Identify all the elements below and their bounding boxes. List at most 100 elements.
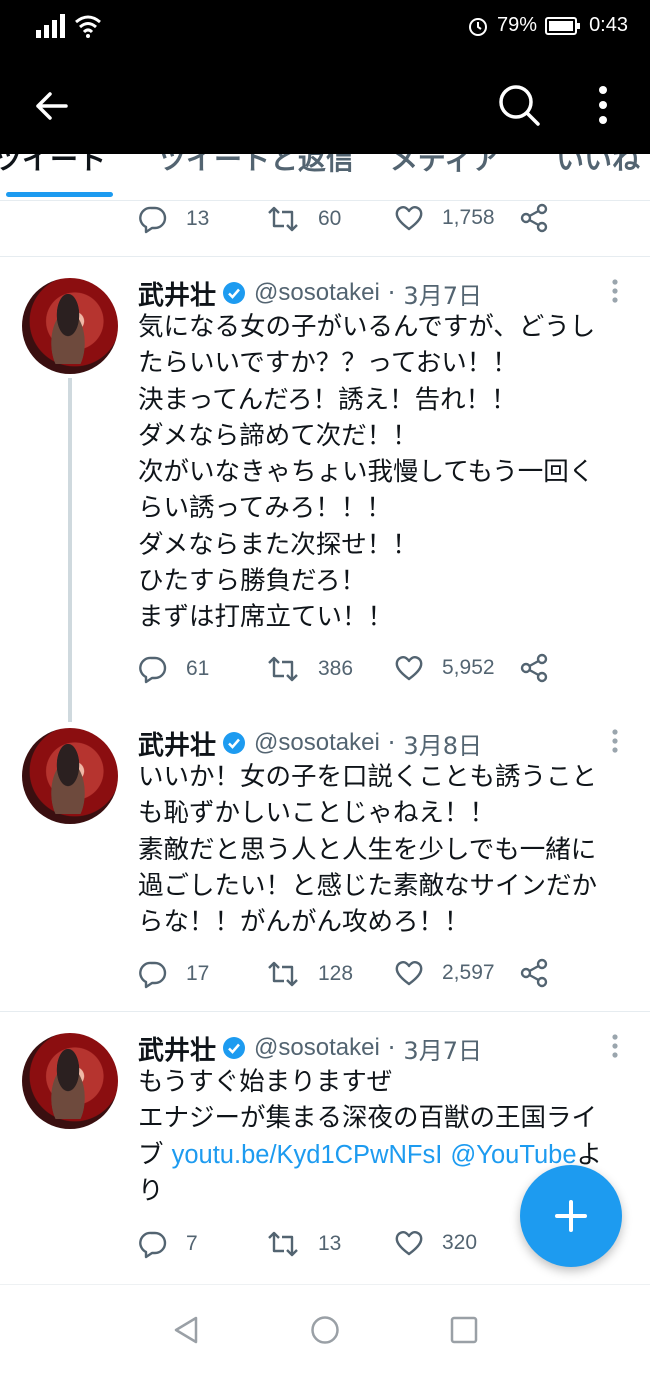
- retweet-icon: [268, 206, 298, 232]
- tweet-menu-icon[interactable]: [610, 1033, 620, 1063]
- recents-square-icon[interactable]: [450, 1315, 478, 1345]
- avatar[interactable]: [22, 1033, 118, 1129]
- reply-button[interactable]: 7: [138, 1229, 198, 1259]
- retweet-icon: [268, 1231, 298, 1257]
- separator-dot: ·: [387, 1034, 396, 1062]
- share-button[interactable]: [518, 202, 550, 234]
- verified-badge-icon: [223, 1037, 246, 1059]
- reply-button[interactable]: 13: [138, 204, 209, 234]
- tweet-menu-icon[interactable]: [610, 278, 620, 308]
- tweet-line: 素敵だと思う人と人生を少しでも一緒に: [138, 834, 597, 865]
- tweet-text: 気になる女の子がいるんですが、どうし たらいいですか？？っておい！！ 決まってん…: [138, 309, 634, 636]
- signal-icon: [36, 14, 65, 38]
- tweet-line: ダメならまた次探せ！！: [138, 529, 418, 560]
- plus-icon: [555, 1200, 587, 1232]
- tweet-line: ダメなら諦めて次だ！！: [138, 420, 418, 451]
- like-count: 2,597: [442, 961, 495, 984]
- share-icon: [520, 653, 548, 683]
- active-tab-indicator: [6, 192, 113, 197]
- like-count: 1,758: [442, 206, 495, 229]
- avatar[interactable]: [22, 278, 118, 374]
- retweet-icon: [268, 656, 298, 682]
- tweet-date: 3月7日: [403, 281, 482, 310]
- tweet-line: らい誘ってみろ！！！: [138, 493, 392, 524]
- back-arrow-icon[interactable]: [30, 84, 74, 128]
- tweet-line: もうすぐ始まりますぜ: [138, 1067, 393, 1097]
- tweet-header: 武井壮 @sosotakei · 3月7日: [138, 273, 482, 313]
- clock-time: 0:43: [589, 14, 628, 36]
- reply-icon: [139, 656, 167, 684]
- heart-icon: [395, 656, 423, 681]
- retweet-count: 13: [318, 1232, 342, 1255]
- heart-icon: [395, 206, 423, 231]
- youtube-mention[interactable]: @YouTube: [450, 1141, 576, 1169]
- separator-dot: ·: [387, 729, 396, 757]
- heart-icon: [395, 961, 423, 986]
- reply-button[interactable]: 17: [138, 959, 209, 989]
- like-button[interactable]: 1,758: [394, 204, 495, 232]
- reply-icon: [139, 206, 167, 234]
- display-name[interactable]: 武井壮: [138, 725, 216, 762]
- tweet-line: ひたすら勝負だろ！: [138, 566, 366, 597]
- retweet-button[interactable]: 13: [266, 1229, 341, 1259]
- home-circle-icon[interactable]: [310, 1315, 340, 1345]
- share-icon: [520, 958, 548, 988]
- display-name[interactable]: 武井壮: [138, 275, 216, 312]
- more-vert-icon[interactable]: [588, 82, 618, 128]
- like-button[interactable]: 320: [394, 1229, 477, 1257]
- wifi-icon: [75, 15, 101, 38]
- tweet-line: 次がいなきゃちょい我慢してもう一回く: [138, 457, 595, 488]
- back-triangle-icon[interactable]: [172, 1315, 200, 1345]
- system-nav-bar: [0, 1284, 650, 1373]
- tweet-line: らな！！がんがん攻めろ！！: [138, 907, 470, 938]
- tweet-text: いいか！女の子を口説くことも誘うこと も恥ずかしいことじゃねえ！！ 素敵だと思う…: [138, 759, 634, 940]
- youtube-link[interactable]: youtu.be/Kyd1CPwNFsI: [172, 1141, 443, 1169]
- battery-icon: [545, 16, 581, 35]
- display-name[interactable]: 武井壮: [138, 1030, 216, 1067]
- reply-count: 13: [186, 207, 210, 230]
- retweet-button[interactable]: 128: [266, 959, 353, 989]
- tweet-header: 武井壮 @sosotakei · 3月7日: [138, 1028, 482, 1068]
- tweet-line: 気になる女の子がいるんですが、どうし: [138, 312, 596, 342]
- verified-badge-icon: [223, 732, 246, 754]
- line-prefix: ブ: [138, 1139, 172, 1170]
- tweet-line: 決まってんだろ！誘え！告れ！！: [138, 384, 517, 415]
- retweet-count: 386: [318, 657, 354, 680]
- like-count: 5,952: [442, 656, 495, 679]
- handle: @sosotakei: [254, 729, 380, 756]
- retweet-button[interactable]: 60: [266, 204, 341, 234]
- tweet-line: 過ごしたい！と感じた素敵なサインだか: [138, 870, 598, 901]
- reply-icon: [139, 961, 167, 989]
- share-icon: [520, 203, 548, 233]
- battery-percent: 79%: [497, 14, 538, 36]
- handle: @sosotakei: [254, 279, 380, 306]
- share-button[interactable]: [518, 957, 550, 989]
- tweet-line: エナジーが集まる深夜の百獣の王国ライ: [138, 1103, 598, 1134]
- compose-tweet-button[interactable]: [520, 1165, 622, 1267]
- avatar[interactable]: [22, 728, 118, 824]
- retweet-button[interactable]: 386: [266, 654, 353, 684]
- tweet-menu-icon[interactable]: [610, 728, 620, 758]
- tweet-date: 3月7日: [403, 1036, 482, 1065]
- share-button[interactable]: [518, 652, 550, 684]
- tweet-line: たらいいですか？？っておい！！: [138, 348, 518, 379]
- app-bar: [0, 56, 650, 154]
- tweet-header: 武井壮 @sosotakei · 3月8日: [138, 723, 482, 763]
- heart-icon: [395, 1231, 423, 1256]
- thread-line: [68, 378, 72, 722]
- retweet-count: 128: [318, 962, 354, 985]
- separator-dot: ·: [387, 279, 396, 307]
- like-button[interactable]: 5,952: [394, 654, 495, 682]
- tweet-line: も恥ずかしいことじゃねえ！！: [138, 798, 496, 829]
- status-bar: 79% 0:43: [0, 0, 650, 56]
- reply-button[interactable]: 61: [138, 654, 209, 684]
- reply-count: 61: [186, 657, 210, 680]
- alarm-icon: [469, 17, 488, 36]
- tweet-date: 3月8日: [403, 731, 482, 760]
- separator: [0, 256, 650, 257]
- retweet-count: 60: [318, 207, 342, 230]
- retweet-icon: [268, 961, 298, 987]
- handle: @sosotakei: [254, 1034, 380, 1061]
- like-button[interactable]: 2,597: [394, 959, 495, 987]
- search-icon[interactable]: [496, 82, 542, 128]
